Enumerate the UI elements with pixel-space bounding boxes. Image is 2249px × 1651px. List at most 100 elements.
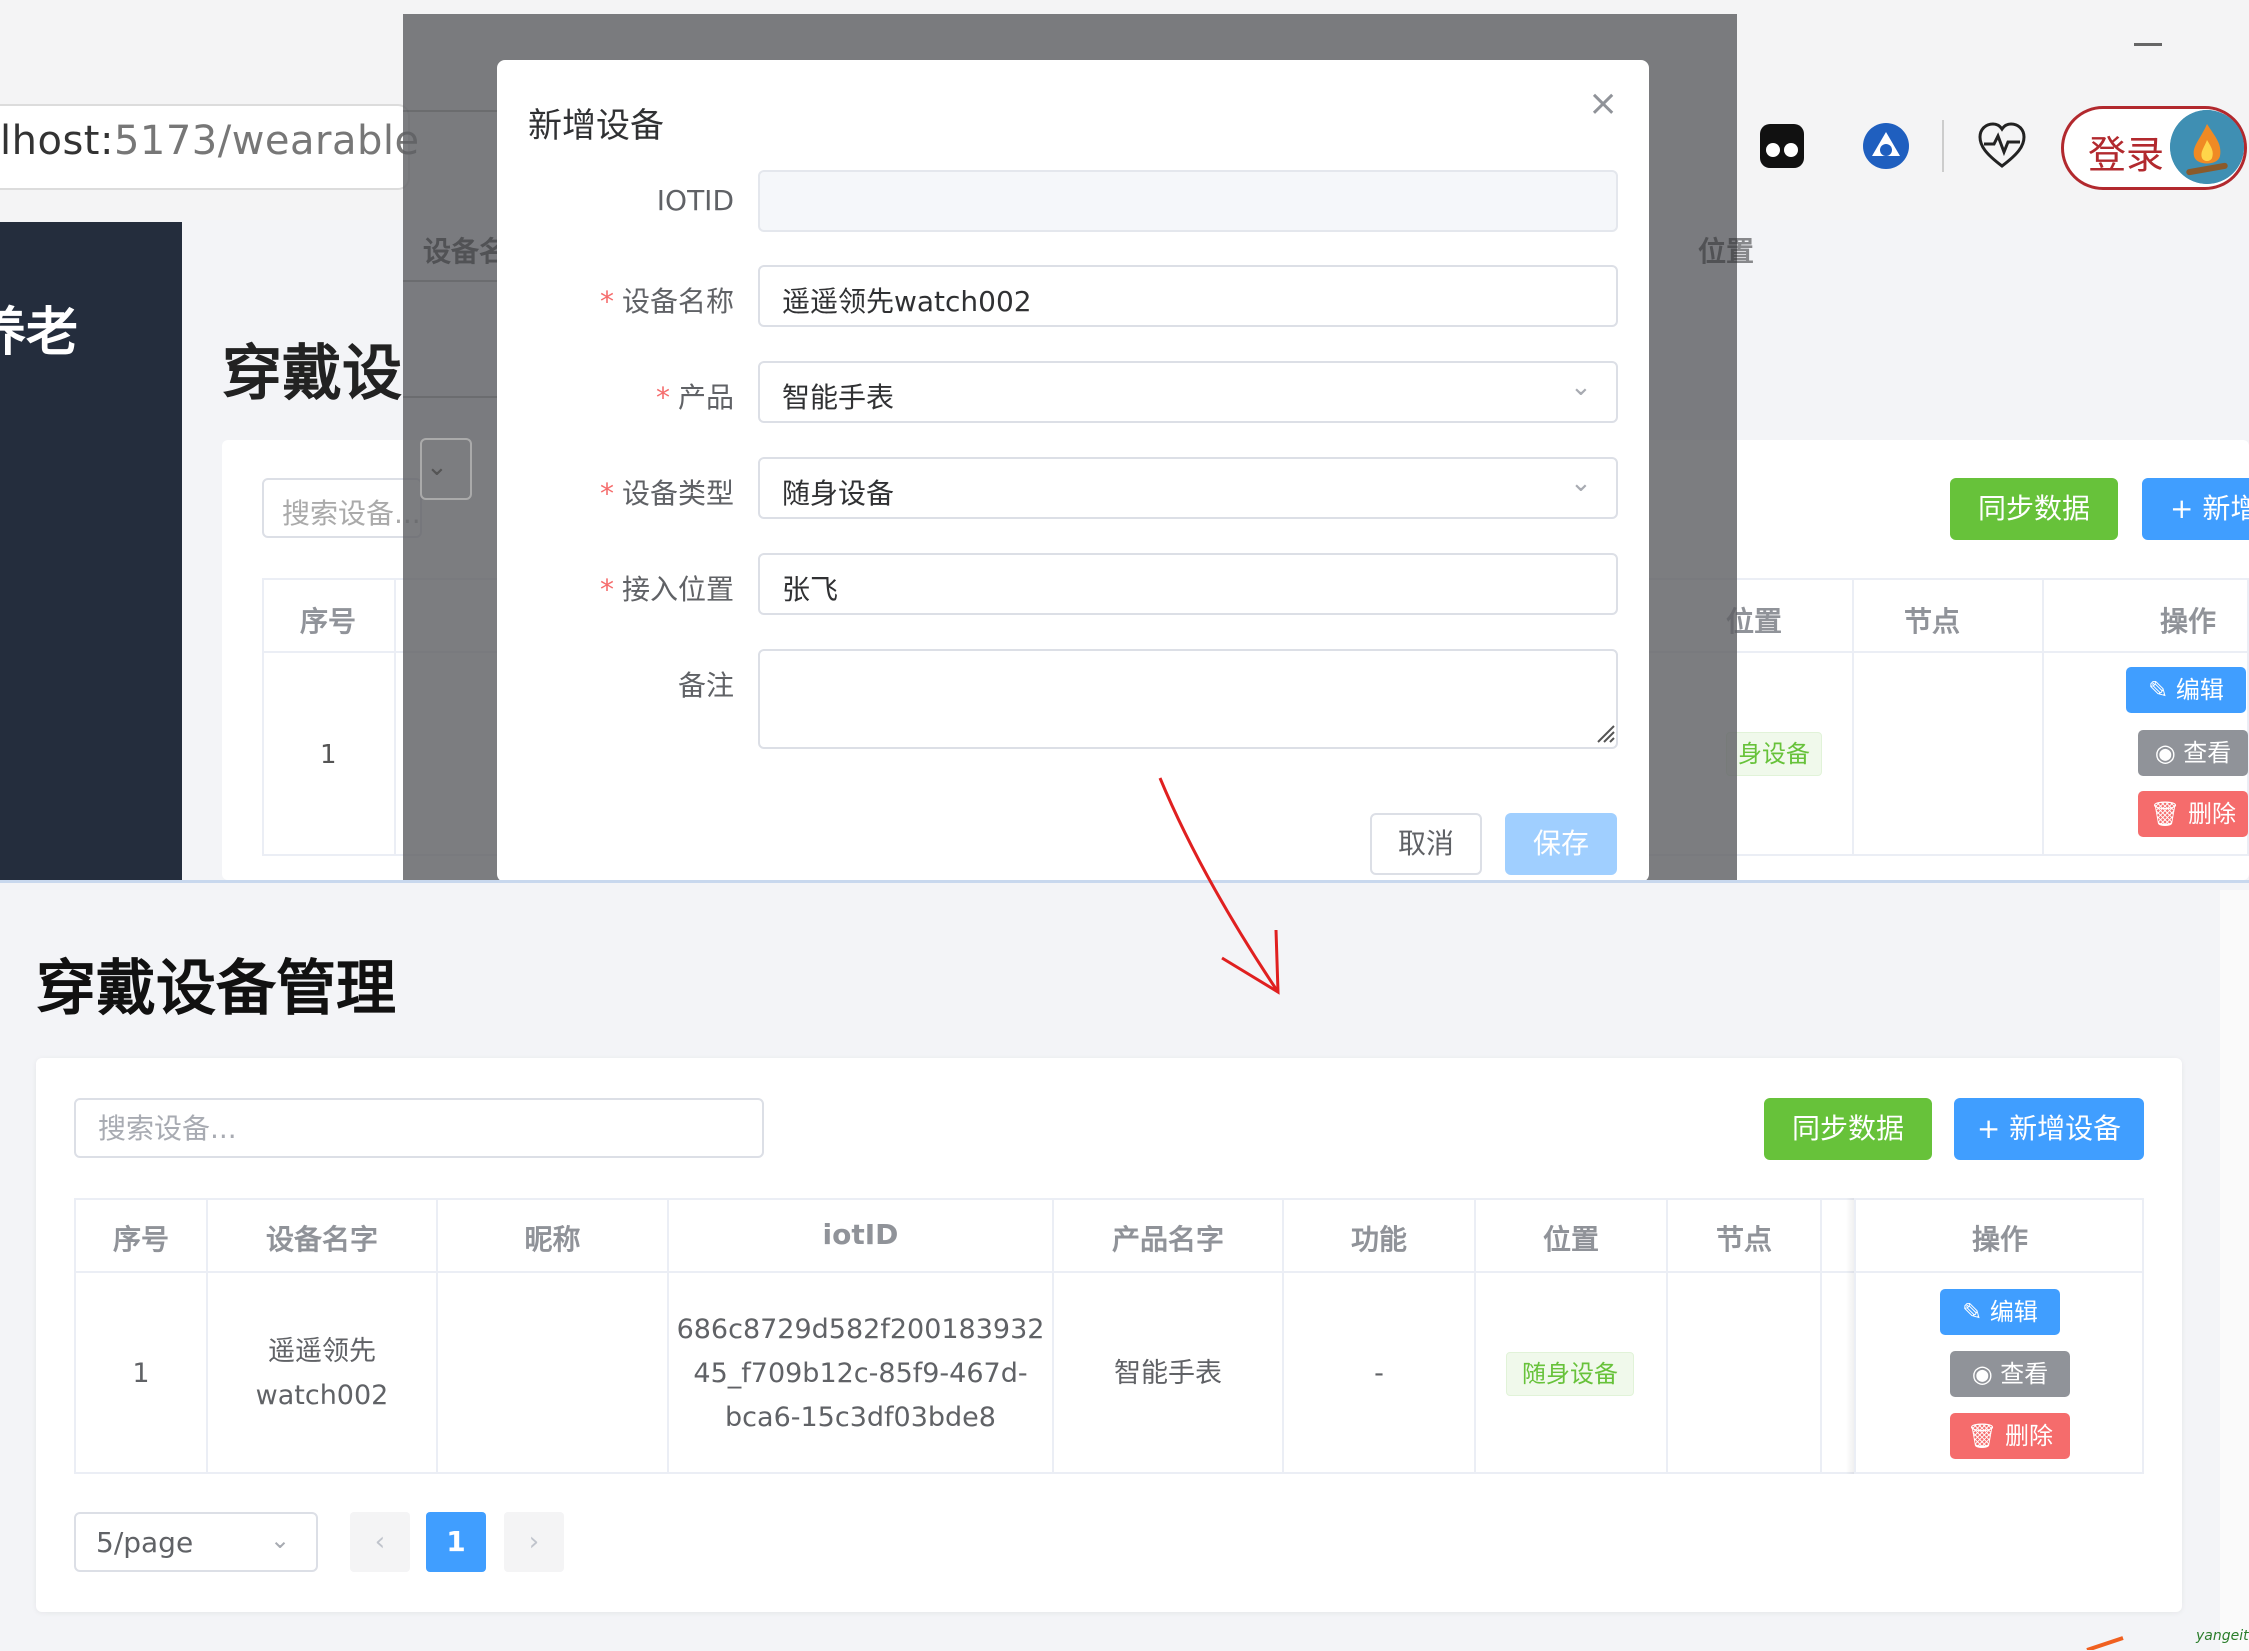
device-name-label: * 设备名称 <box>514 280 734 320</box>
chevron-down-icon: ⌄ <box>1570 372 1592 402</box>
dark-mode-extension-icon[interactable] <box>1756 120 1808 172</box>
avatar[interactable] <box>2170 110 2244 184</box>
table-divider <box>1852 578 1854 856</box>
cell-device-name-line: 遥遥领先 <box>268 1336 376 1367</box>
sidebar-brand: 养老 <box>0 303 79 363</box>
location-input[interactable] <box>758 553 1618 615</box>
note-label: 备注 <box>677 669 734 702</box>
view-button[interactable]: ◉ 查看 <box>1950 1351 2070 1397</box>
column-header-function: 功能 <box>1350 1223 1407 1256</box>
product-label: * 产品 <box>514 376 734 416</box>
column-header-nickname: 昵称 <box>524 1223 581 1256</box>
product-label-text: 产品 <box>677 381 734 414</box>
column-header-device-name: 设备名字 <box>265 1223 378 1256</box>
location-label-text: 接入位置 <box>621 573 734 606</box>
divider-dim <box>403 280 497 282</box>
iotid-label: IOTID <box>656 184 734 217</box>
prev-page-button[interactable]: ‹ <box>350 1512 410 1572</box>
column-header-location-dim: 位置 <box>1698 235 1755 268</box>
divider-dim <box>403 396 497 398</box>
sync-button-bg[interactable]: 同步数据 <box>1950 478 2118 540</box>
column-header-actions: 操作 <box>1971 1223 2028 1256</box>
search-placeholder-bg: 搜索设备... <box>282 497 421 530</box>
search-input[interactable] <box>74 1098 764 1158</box>
screenshot-composite: lhost:5173/wearable 登录 养老 穿戴设 搜索设备... 同步… <box>0 0 2249 1651</box>
column-header-seq-bg: 序号 <box>300 605 357 638</box>
status-badge: 随身设备 <box>1506 1352 1634 1396</box>
device-type-label: * 设备类型 <box>514 472 734 512</box>
minimize-icon[interactable] <box>2134 43 2162 46</box>
cell-iotid-line: 686c8729d582f200183932 <box>676 1314 1045 1345</box>
delete-button-label: 删除 <box>2005 1422 2054 1450</box>
product-value: 智能手表 <box>782 381 895 414</box>
dialog-title: 新增设备 <box>528 106 664 146</box>
toolbar-divider <box>1942 120 1944 172</box>
column-header-product-name: 产品名字 <box>1111 1223 1224 1256</box>
delete-button[interactable]: 🗑 删除 <box>1950 1413 2070 1459</box>
device-type-value: 随身设备 <box>782 477 895 510</box>
note-textarea[interactable] <box>758 649 1618 749</box>
cell-seq-bg: 1 <box>320 740 337 770</box>
eye-icon: ◉ <box>1971 1360 1993 1388</box>
heartbeat-extension-icon[interactable] <box>1976 120 2028 172</box>
view-button-bg[interactable]: ◉ 查看 <box>2138 730 2248 776</box>
divider-dim <box>403 110 497 112</box>
bird-extension-icon[interactable] <box>1860 120 1912 172</box>
chevron-down-icon: ⌄ <box>1570 468 1592 498</box>
device-name-label-text: 设备名称 <box>621 285 734 318</box>
delete-button-bg[interactable]: 🗑 删除 <box>2138 791 2248 837</box>
edit-button-bg[interactable]: ✎ 编辑 <box>2126 667 2246 713</box>
address-bar-url: lhost:5173/wearable <box>0 118 420 164</box>
cell-iotid-line: 45_f709b12c-85f9-467d- <box>693 1358 1028 1389</box>
column-header-name-dim: 设备名 <box>423 235 508 268</box>
close-icon[interactable]: × <box>1588 86 1618 122</box>
cell-iotid: 686c8729d582f200183932 45_f709b12c-85f9-… <box>669 1308 1052 1440</box>
next-page-button[interactable]: › <box>504 1512 564 1572</box>
table-divider <box>2042 578 2044 856</box>
cell-device-name: 遥遥领先 watch002 <box>208 1330 436 1418</box>
delete-label-bg: 删除 <box>2188 800 2237 828</box>
device-name-value: 遥遥领先watch002 <box>782 285 1032 318</box>
page-size-value: 5/page <box>96 1526 194 1559</box>
device-type-label-text: 设备类型 <box>621 477 734 510</box>
cell-function: - <box>1374 1358 1384 1389</box>
save-button[interactable]: 保存 <box>1505 813 1617 875</box>
cell-device-name-line: watch002 <box>255 1380 389 1411</box>
chevron-down-icon: ⌄ <box>426 452 448 482</box>
cell-iotid-line: bca6-15c3df03bde8 <box>725 1402 996 1433</box>
resize-grip-icon[interactable] <box>1594 722 1616 744</box>
edit-button[interactable]: ✎ 编辑 <box>1940 1289 2060 1335</box>
trash-icon: 🗑 <box>1966 1422 1998 1450</box>
column-header-location: 位置 <box>1542 1223 1599 1256</box>
column-header-iotid: iotID <box>822 1218 899 1251</box>
table-divider <box>394 578 396 856</box>
location-value: 张飞 <box>782 573 839 606</box>
page-title: 穿戴设备管理 <box>36 954 396 1024</box>
cell-seq: 1 <box>132 1358 150 1389</box>
required-marker: * <box>599 573 614 606</box>
required-marker: * <box>655 381 670 414</box>
view-button-label: 查看 <box>2000 1360 2049 1388</box>
login-button-label: 登录 <box>2088 133 2165 177</box>
page-title-bg: 穿戴设 <box>222 339 402 409</box>
edit-button-label: 编辑 <box>1989 1298 2038 1326</box>
add-device-button[interactable]: + 新增设备 <box>1954 1098 2144 1160</box>
chevron-down-icon: ⌄ <box>270 1526 291 1554</box>
sync-data-button[interactable]: 同步数据 <box>1764 1098 1932 1160</box>
column-header-node: 节点 <box>1715 1223 1772 1256</box>
column-header-node-bg: 节点 <box>1904 605 1961 638</box>
edit-label-bg: 编辑 <box>2175 676 2224 704</box>
status-badge-bg: 身设备 <box>1726 732 1822 776</box>
required-marker: * <box>599 285 614 318</box>
watermark: yangeit <box>2196 1628 2249 1644</box>
iotid-input[interactable] <box>758 170 1618 232</box>
table-divider <box>1820 1198 1822 1474</box>
add-device-button-bg[interactable]: + 新增 <box>2142 478 2249 540</box>
scrollbar[interactable] <box>2220 890 2249 1651</box>
annotation-arrow-icon <box>2086 1636 2124 1650</box>
view-label-bg: 查看 <box>2183 739 2232 767</box>
cancel-button[interactable]: 取消 <box>1370 813 1482 875</box>
page-number-button[interactable]: 1 <box>426 1512 486 1572</box>
table-header-divider <box>74 1271 2144 1273</box>
location-label: * 接入位置 <box>514 568 734 608</box>
